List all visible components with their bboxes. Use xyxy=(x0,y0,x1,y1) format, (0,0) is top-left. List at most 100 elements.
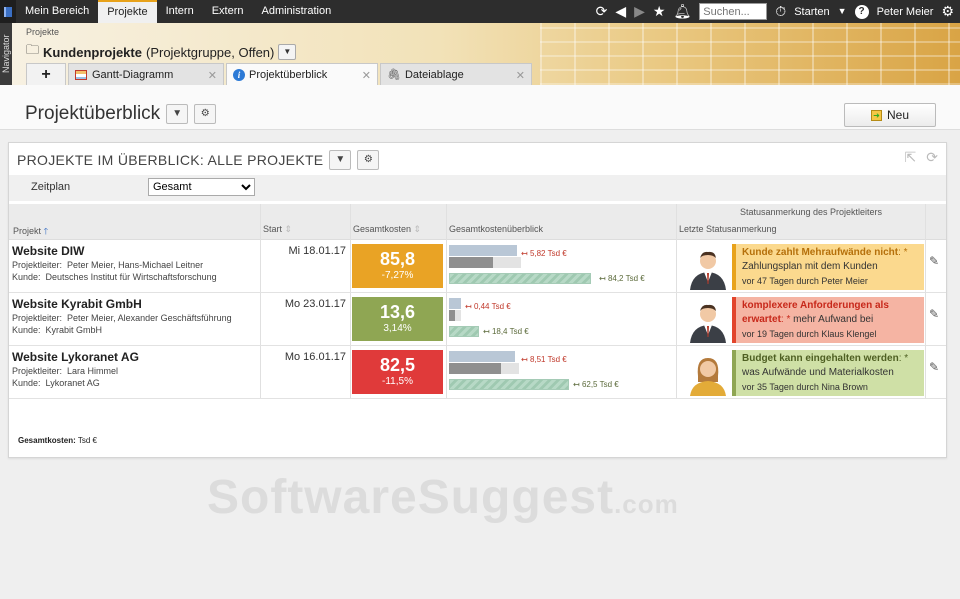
forward-arrow-icon[interactable]: ▶ xyxy=(634,0,645,23)
col-projekt[interactable]: Projekt 🡑 xyxy=(13,224,48,240)
refresh-icon[interactable]: ⟳ xyxy=(926,149,938,166)
status-note-body: was Aufwände und Materialkosten xyxy=(742,367,894,378)
project-start-date: Mo 23.01.17 xyxy=(284,298,346,310)
project-start-date: Mo 16.01.17 xyxy=(284,351,346,363)
edit-pencil-icon[interactable]: ✎ xyxy=(929,307,939,321)
page-title-group: Projektüberblick ▼ ⚙ xyxy=(25,103,217,125)
cost-bar-top-label: ↤ 8,51 Tsd € xyxy=(521,355,567,364)
panel-settings-button[interactable]: ⚙ xyxy=(357,150,380,170)
project-leader: Projektleiter: Peter Meier, Alexander Ge… xyxy=(12,313,232,323)
col-start[interactable]: Start ⇕ xyxy=(263,224,292,235)
cost-bar-plan xyxy=(449,351,515,362)
tab-bar: + Gantt-Diagramm ✕ i Projektüberblick ✕ … xyxy=(26,63,532,86)
nav-administration[interactable]: Administration xyxy=(253,0,341,23)
nav-extern[interactable]: Extern xyxy=(203,0,253,23)
project-leader: Projektleiter: Peter Meier, Hans-Michael… xyxy=(12,260,204,270)
table-row[interactable]: Website Lykoranet AG Projektleiter: Lara… xyxy=(9,347,946,399)
banner-graphic xyxy=(540,23,960,85)
project-group-status: (Projektgruppe, Offen) xyxy=(145,44,275,60)
status-note-body: Zahlungsplan mit dem Kunden xyxy=(742,261,878,272)
filter-bar: Zeitplan Gesamt xyxy=(9,175,946,201)
status-note: Kunde zahlt Mehraufwände nicht: * Zahlun… xyxy=(682,244,924,290)
top-toolbar: ⟳ ◀ ▶ ★ 🔔︎ ⏱︎ Starten ▼ ? Peter Meier ⚙ xyxy=(596,0,954,23)
project-name[interactable]: Website Kyrabit GmbH xyxy=(12,297,142,311)
total-cost-value: 13,6 xyxy=(379,302,416,322)
tab-projektueberblick[interactable]: i Projektüberblick ✕ xyxy=(226,63,378,86)
col-gesamtkosten[interactable]: Gesamtkosten ⇕ xyxy=(353,224,421,235)
project-name[interactable]: Website DIW xyxy=(12,244,84,258)
new-button-label: Neu xyxy=(886,108,909,122)
table-row[interactable]: Website Kyrabit GmbH Projektleiter: Pete… xyxy=(9,294,946,346)
nav-projekte[interactable]: Projekte xyxy=(98,0,157,23)
table-row[interactable]: Website DIW Projektleiter: Peter Meier, … xyxy=(9,241,946,293)
bell-icon[interactable]: 🔔︎ xyxy=(673,0,691,23)
top-navigation: Mein Bereich Projekte Intern Extern Admi… xyxy=(0,0,960,23)
col-ueberblick[interactable]: Gesamtkostenüberblick xyxy=(449,224,543,234)
tab-gantt[interactable]: Gantt-Diagramm ✕ xyxy=(68,63,224,85)
footer-label: Gesamtkosten: xyxy=(18,436,76,445)
panel-toolbar: ⇱ ⟳ xyxy=(905,149,938,166)
close-icon[interactable]: ✕ xyxy=(362,69,371,82)
status-note-text[interactable]: komplexere Anforderungen als erwartet: *… xyxy=(732,297,924,343)
zeitplan-select[interactable]: Gesamt xyxy=(148,178,255,196)
breadcrumb[interactable]: Projekte xyxy=(26,27,59,37)
nav-intern[interactable]: Intern xyxy=(157,0,203,23)
help-icon[interactable]: ? xyxy=(854,4,869,19)
panel-title-group: PROJEKTE IM ÜBERBLICK: ALLE PROJEKTE ▼ ⚙ xyxy=(17,150,380,170)
avatar-shape xyxy=(700,361,716,377)
cost-bar-bottom-label: ↤ 84,2 Tsd € xyxy=(599,274,645,283)
back-arrow-icon[interactable]: ◀ xyxy=(615,0,626,23)
paperclip-icon: 🖇︎ xyxy=(387,69,401,81)
page-dropdown-button[interactable]: ▼ xyxy=(166,104,189,124)
cost-overview-bars: ↤ 0,44 Tsd € ↤ 18,4 Tsd € xyxy=(449,298,674,342)
starten-menu[interactable]: Starten xyxy=(794,6,829,18)
search-input[interactable] xyxy=(699,3,768,20)
col-statusanmerkung[interactable]: Letzte Statusanmerkung xyxy=(679,224,777,234)
status-note-text[interactable]: Kunde zahlt Mehraufwände nicht: * Zahlun… xyxy=(732,244,924,290)
tab-gantt-label: Gantt-Diagramm xyxy=(92,68,174,81)
project-name[interactable]: Website Lykoranet AG xyxy=(12,350,139,364)
status-note: Budget kann eingehalten werden: * was Au… xyxy=(682,350,924,396)
tab-projektueberblick-label: Projektüberblick xyxy=(249,69,328,81)
status-note-text[interactable]: Budget kann eingehalten werden: * was Au… xyxy=(732,350,924,396)
status-note-meta: vor 47 Tagen durch Peter Meier xyxy=(742,276,868,286)
user-name[interactable]: Peter Meier xyxy=(877,6,934,18)
cost-bar-actual xyxy=(449,363,501,374)
gantt-icon xyxy=(75,69,87,80)
app-logo-icon[interactable] xyxy=(0,0,16,23)
edit-pencil-icon[interactable]: ✎ xyxy=(929,254,939,268)
project-leader: Projektleiter: Lara Himmel xyxy=(12,366,119,376)
gear-icon[interactable]: ⚙ xyxy=(941,0,954,23)
new-icon: ➜ xyxy=(870,109,882,121)
cost-bar-forecast xyxy=(449,326,479,337)
add-tab-button[interactable]: + xyxy=(26,63,66,85)
star-icon[interactable]: ★ xyxy=(653,0,666,23)
navigator-toggle[interactable]: Navigator xyxy=(0,23,12,85)
page-title: Projektüberblick xyxy=(25,103,161,124)
close-icon[interactable]: ✕ xyxy=(516,69,525,82)
cost-bar-top-label: ↤ 5,82 Tsd € xyxy=(521,249,567,258)
export-icon[interactable]: ⇱ xyxy=(905,149,917,166)
close-icon[interactable]: ✕ xyxy=(208,69,217,82)
project-group-title: 🗀 Kundenprojekte (Projektgruppe, Offen) … xyxy=(26,41,297,63)
table-header: Projekt 🡑 Start ⇕ Gesamtkosten ⇕ Gesamtk… xyxy=(9,220,946,240)
cost-bar-top-label: ↤ 0,44 Tsd € xyxy=(465,302,511,311)
status-note-meta: vor 19 Tagen durch Klaus Klengel xyxy=(742,329,877,339)
status-note-meta: vor 35 Tagen durch Nina Brown xyxy=(742,382,868,392)
table-group-header: Statusanmerkung des Projektleiters xyxy=(9,204,946,220)
sort-icon: ⇕ xyxy=(413,224,422,234)
cost-bar-bottom-label: ↤ 62,5 Tsd € xyxy=(573,380,619,389)
panel-dropdown-button[interactable]: ▼ xyxy=(329,150,352,170)
cost-bar-forecast xyxy=(449,379,569,390)
sort-icon: ⇕ xyxy=(284,224,293,234)
tab-dateiablage[interactable]: 🖇︎ Dateiablage ✕ xyxy=(380,63,532,85)
new-button[interactable]: ➜ Neu xyxy=(844,103,936,127)
edit-pencil-icon[interactable]: ✎ xyxy=(929,360,939,374)
nav-mein-bereich[interactable]: Mein Bereich xyxy=(16,0,98,23)
page-settings-button[interactable]: ⚙ xyxy=(194,104,217,124)
refresh-icon[interactable]: ⟳ xyxy=(596,0,608,23)
project-group-dropdown[interactable]: ▼ xyxy=(278,44,297,60)
chevron-down-icon[interactable]: ▼ xyxy=(838,0,847,23)
cost-bar-actual xyxy=(449,310,455,321)
project-group-name: Kundenprojekte xyxy=(43,44,142,60)
